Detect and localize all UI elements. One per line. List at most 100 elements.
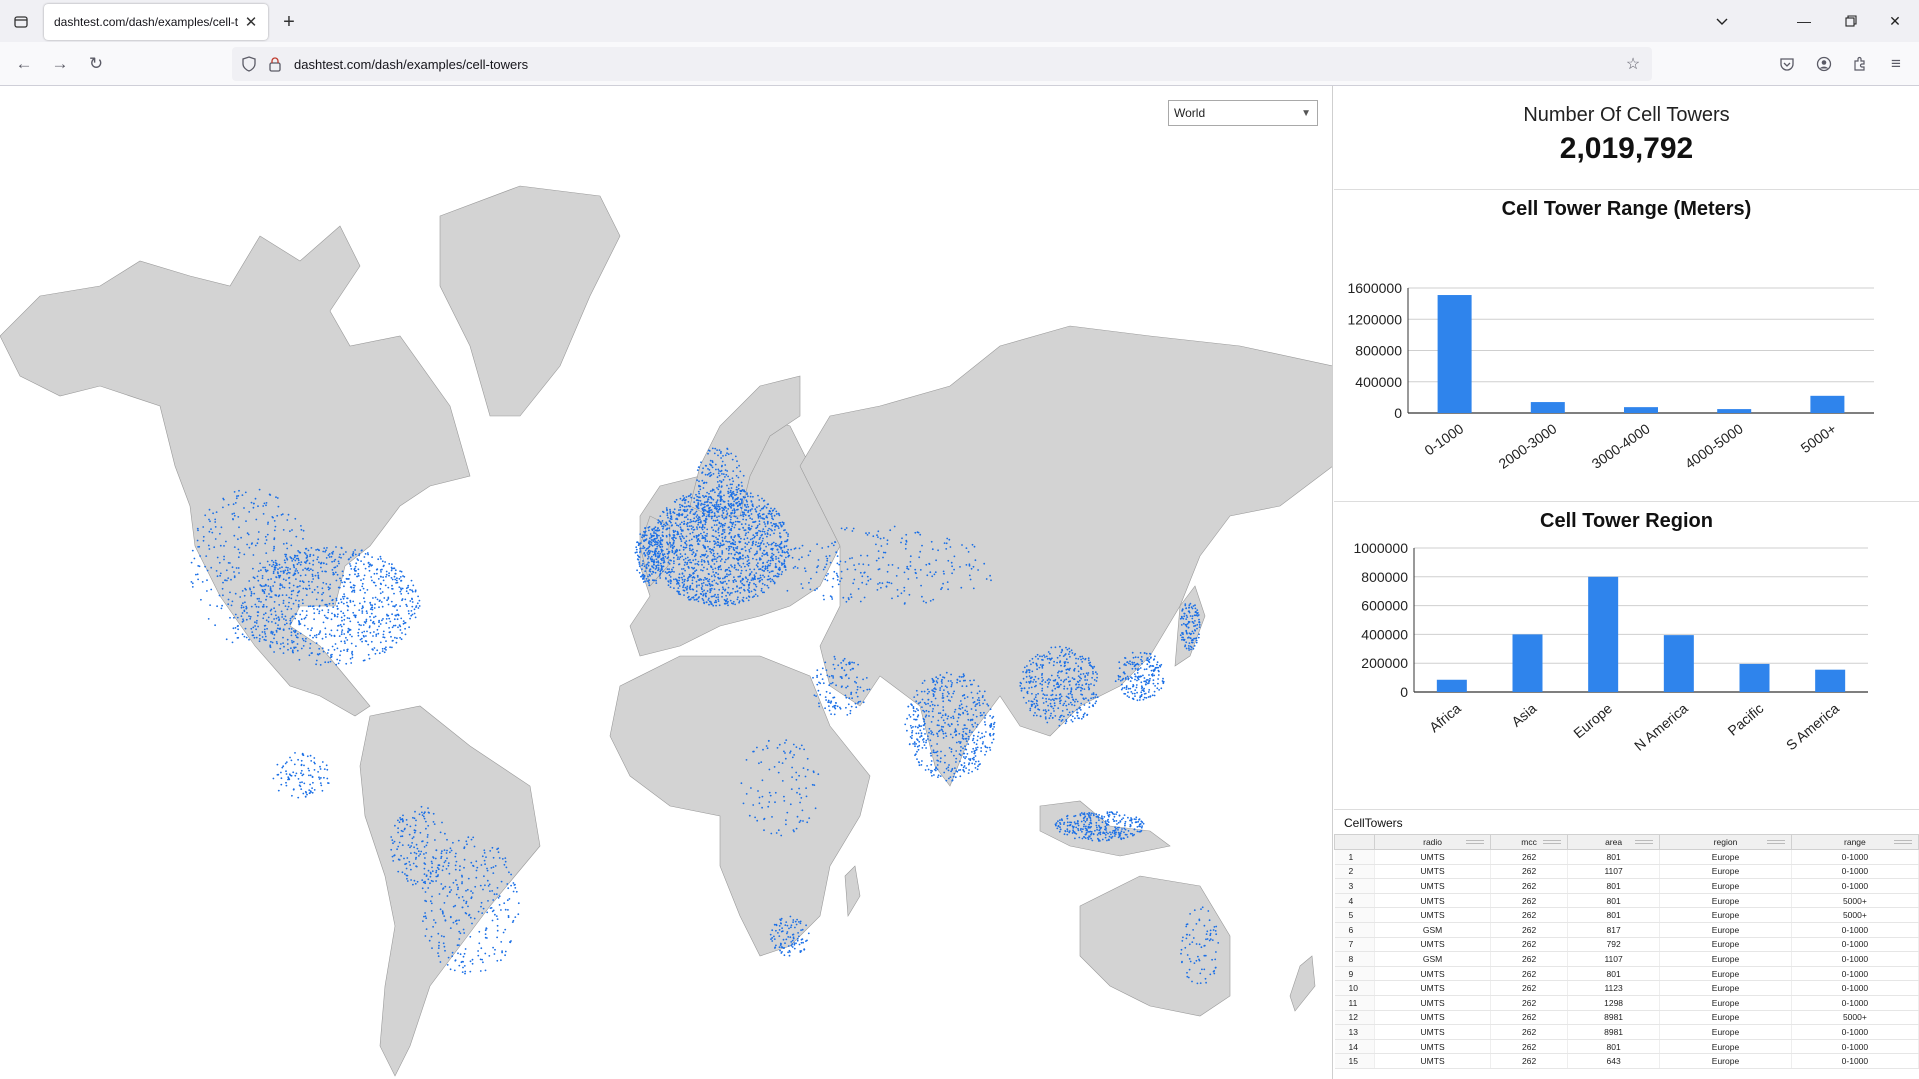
tower-point <box>1081 687 1084 690</box>
tower-point <box>1194 620 1196 622</box>
tower-point <box>211 531 214 534</box>
menu-hamburger-icon[interactable]: ≡ <box>1882 50 1910 78</box>
tower-point <box>492 909 495 912</box>
tower-point <box>400 638 403 641</box>
tower-point <box>264 535 267 538</box>
bookmark-star-icon[interactable]: ☆ <box>1624 55 1642 73</box>
tower-point <box>273 601 276 603</box>
tower-point <box>982 702 984 705</box>
restore-window-icon[interactable] <box>1836 7 1866 35</box>
tower-point <box>694 558 697 561</box>
account-icon[interactable] <box>1810 50 1838 78</box>
tab-list-icon[interactable] <box>8 9 34 35</box>
tower-point <box>915 732 918 735</box>
tower-point <box>260 569 262 572</box>
tower-point <box>263 613 265 616</box>
tower-point <box>337 624 340 627</box>
shield-icon[interactable] <box>240 55 258 73</box>
new-tab-icon[interactable]: + <box>276 9 302 35</box>
tower-point <box>659 521 662 524</box>
tower-point <box>710 584 713 586</box>
tower-point <box>1050 705 1052 708</box>
tower-point <box>660 543 663 546</box>
tower-point <box>942 726 945 728</box>
tower-point <box>1035 662 1038 665</box>
tower-point <box>1033 702 1036 705</box>
tower-point <box>297 605 300 608</box>
tower-point <box>1190 632 1192 635</box>
tower-point <box>721 582 724 584</box>
extensions-icon[interactable] <box>1846 50 1874 78</box>
world-map[interactable]: World ▼ <box>0 86 1333 1079</box>
tower-point <box>385 640 387 642</box>
tower-point <box>492 856 495 859</box>
tower-point <box>1064 722 1067 725</box>
tower-point <box>1067 693 1070 695</box>
tower-point <box>692 588 695 591</box>
tower-point <box>276 627 279 630</box>
tower-point <box>446 895 449 897</box>
tower-point <box>287 605 290 608</box>
tower-point <box>950 723 953 725</box>
minimize-window-icon[interactable]: — <box>1789 7 1819 35</box>
tower-point <box>773 514 776 517</box>
tower-point <box>923 679 926 682</box>
tower-point <box>696 540 699 543</box>
tower-point <box>947 680 950 682</box>
tower-point <box>305 637 307 640</box>
tower-point <box>722 528 724 531</box>
tower-point <box>666 557 669 560</box>
tower-point <box>752 540 755 543</box>
tower-point <box>723 531 726 534</box>
tower-point <box>390 566 393 569</box>
close-tab-icon[interactable]: ✕ <box>242 13 260 31</box>
tower-point <box>719 503 722 506</box>
tower-point <box>1066 830 1069 832</box>
map-canvas[interactable] <box>0 86 1333 1079</box>
back-arrow-icon[interactable]: ← <box>10 50 38 78</box>
tower-point <box>1059 702 1062 705</box>
tower-point <box>682 558 685 561</box>
pocket-icon[interactable] <box>1773 50 1801 78</box>
reload-icon[interactable]: ↻ <box>82 50 110 78</box>
tower-point <box>1130 676 1132 678</box>
tower-point <box>970 683 972 686</box>
tower-point <box>766 542 769 544</box>
tower-point <box>780 541 783 543</box>
tower-point <box>1081 684 1084 686</box>
tower-point <box>679 593 682 596</box>
lock-icon[interactable] <box>266 55 284 73</box>
tower-point <box>749 509 752 511</box>
tower-point <box>1036 668 1038 671</box>
tab-overflow-chevron-icon[interactable] <box>1707 7 1737 35</box>
tower-point <box>404 621 407 624</box>
tower-point <box>290 590 293 593</box>
tower-point <box>1154 685 1156 687</box>
tower-point <box>704 594 707 597</box>
tower-point <box>753 576 756 579</box>
tower-point <box>681 555 684 558</box>
browser-tab-active[interactable]: dashtest.com/dash/examples/cell-t ✕ <box>44 4 268 40</box>
tower-point <box>715 601 718 604</box>
tower-point <box>760 589 763 592</box>
tower-point <box>305 547 308 550</box>
tower-point <box>965 740 968 742</box>
url-bar[interactable]: dashtest.com/dash/examples/cell-towers ☆ <box>232 47 1652 81</box>
tower-point <box>504 950 507 953</box>
tower-point <box>689 518 692 521</box>
tower-point <box>221 604 224 607</box>
tower-point <box>705 464 708 467</box>
tower-point <box>1108 839 1110 841</box>
tower-point <box>694 570 696 573</box>
tower-point <box>500 909 502 911</box>
tower-point <box>273 520 276 522</box>
close-window-icon[interactable]: ✕ <box>1880 7 1910 35</box>
tower-point <box>336 565 339 567</box>
tower-point <box>759 548 762 551</box>
tower-point <box>514 883 516 886</box>
tower-point <box>769 534 772 536</box>
tower-point <box>1135 816 1138 819</box>
tower-point <box>497 897 500 899</box>
forward-arrow-icon[interactable]: → <box>46 50 74 78</box>
tower-point <box>726 573 728 576</box>
